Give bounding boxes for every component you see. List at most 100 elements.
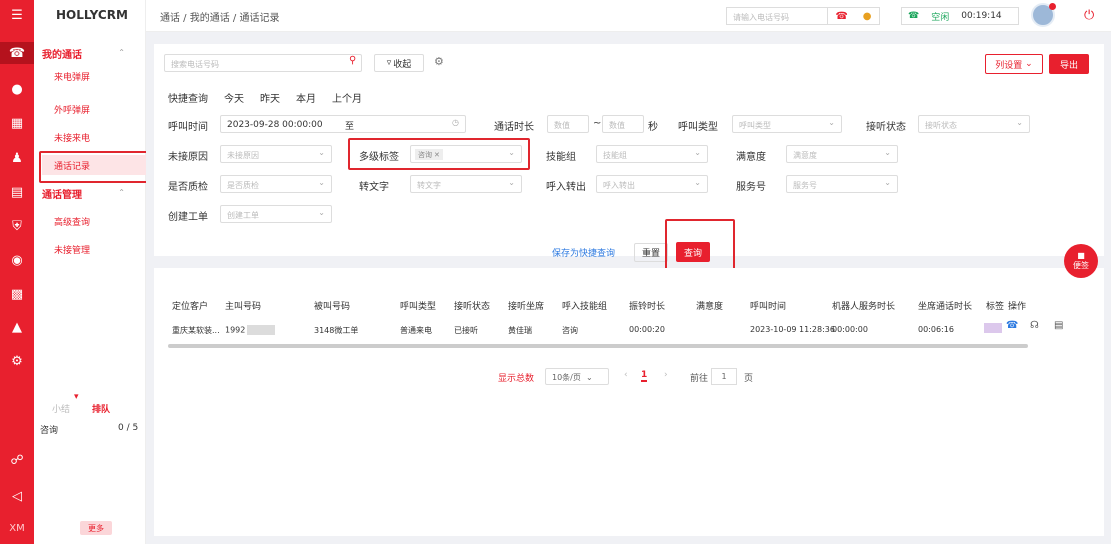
col-header[interactable]: 定位客户: [172, 299, 208, 312]
headphones-icon[interactable]: ☊: [1030, 320, 1039, 331]
sidebar-item-incoming-popup[interactable]: 来电弹屏: [54, 70, 90, 83]
collapse-button[interactable]: ▿ 收起: [374, 54, 424, 72]
satisfaction-select[interactable]: 满意度 ⌄: [786, 145, 898, 163]
col-header[interactable]: 呼入技能组: [562, 299, 607, 312]
dial-icon[interactable]: ☎: [835, 11, 847, 22]
document-icon[interactable]: ▤: [0, 181, 34, 203]
page-size-select[interactable]: 10条/页 ⌄: [545, 368, 609, 385]
robot-icon[interactable]: ◉: [0, 249, 34, 271]
quick-yesterday[interactable]: 昨天: [260, 90, 280, 105]
col-header[interactable]: 机器人服务时长: [832, 299, 895, 312]
col-header[interactable]: 主叫号码: [225, 299, 261, 312]
col-header[interactable]: 接听坐席: [508, 299, 544, 312]
notification-icon[interactable]: ☍: [0, 449, 34, 471]
chart-icon[interactable]: ▩: [0, 283, 34, 305]
agent-status[interactable]: ☎ 空闲 00:19:14: [901, 7, 1019, 25]
duration-min-input[interactable]: 数值: [547, 115, 589, 133]
cell-call-type: 普通来电: [400, 326, 432, 335]
power-icon[interactable]: ⏻: [1084, 8, 1094, 23]
phone-input[interactable]: 请输入电话号码: [726, 7, 828, 25]
call-type-select[interactable]: 呼叫类型 ⌄: [732, 115, 842, 133]
col-header[interactable]: 满意度: [696, 299, 723, 312]
chevron-up-icon[interactable]: ⌃: [118, 48, 125, 57]
qc-select[interactable]: 是否质检 ⌄: [220, 175, 332, 193]
export-button[interactable]: 导出: [1049, 54, 1089, 74]
sidebar-item-advanced-query[interactable]: 高级查询: [54, 215, 90, 228]
col-header[interactable]: 呼叫类型: [400, 299, 436, 312]
chevron-up-icon[interactable]: ⌃: [118, 188, 125, 197]
chevron-down-icon: ⌄: [508, 178, 515, 187]
quick-last-month[interactable]: 上个月: [332, 90, 362, 105]
duration-label: 通话时长: [494, 122, 534, 133]
service-no-select[interactable]: 服务号 ⌄: [786, 175, 898, 193]
collapse-icon[interactable]: ◁: [0, 485, 34, 507]
horizontal-scrollbar[interactable]: [168, 344, 1028, 348]
skill-group-select[interactable]: 技能组 ⌄: [596, 145, 708, 163]
satisfaction-label: 满意度: [736, 152, 766, 163]
column-settings-button[interactable]: 列设置 ⌄: [985, 54, 1043, 74]
clock-icon: ◷: [452, 118, 459, 127]
menu-icon[interactable]: ☰: [0, 4, 34, 26]
tab-summary[interactable]: 小结: [52, 402, 70, 415]
column-settings-label: 列设置: [995, 60, 1023, 71]
search-input[interactable]: 搜索电话号码: [164, 54, 362, 72]
shield-icon[interactable]: ⛨: [0, 215, 34, 237]
queue-icon: ▾: [74, 392, 79, 402]
duration-max-input[interactable]: 数值: [602, 115, 644, 133]
answer-status-select[interactable]: 接听状态 ⌄: [918, 115, 1030, 133]
more-button[interactable]: 更多: [80, 521, 112, 535]
col-header[interactable]: 标签: [986, 299, 1004, 312]
tab-queue[interactable]: 排队: [92, 402, 110, 415]
next-page-icon[interactable]: ›: [664, 370, 668, 380]
page-current[interactable]: 1: [641, 370, 648, 382]
reset-button[interactable]: 重置: [634, 243, 668, 262]
ticket-select[interactable]: 创建工单 ⌄: [220, 205, 332, 223]
chevron-down-icon: ⌄: [694, 178, 701, 187]
settings-gear-icon[interactable]: ⚙: [434, 55, 444, 68]
transcribe-select[interactable]: 转文字 ⌄: [410, 175, 522, 193]
sticky-note-button[interactable]: ■ 便签: [1064, 244, 1098, 278]
duration-tilde: ~: [593, 118, 602, 129]
col-header[interactable]: 坐席通话时长: [918, 299, 972, 312]
col-header[interactable]: 被叫号码: [314, 299, 350, 312]
grid-icon[interactable]: ▦: [0, 112, 34, 134]
detail-icon[interactable]: ▤: [1054, 320, 1063, 331]
sidebar-item-missed-calls[interactable]: 未接来电: [54, 131, 90, 144]
ticket-label: 创建工单: [168, 212, 208, 223]
qc-label: 是否质检: [168, 182, 208, 193]
prev-page-icon[interactable]: ‹: [624, 370, 628, 380]
transfer-icon[interactable]: ●: [863, 11, 872, 22]
goto-page-input[interactable]: 1: [711, 368, 737, 385]
phone-icon[interactable]: ☎: [0, 42, 34, 64]
cell-caller: 1992: [225, 325, 276, 335]
answer-status-label: 接听状态: [866, 122, 906, 133]
col-header[interactable]: 振铃时长: [629, 299, 665, 312]
chevron-down-icon: ⌄: [828, 118, 835, 127]
sidebar-group-my-calls[interactable]: 我的通话: [42, 46, 82, 61]
save-quick-query-link[interactable]: 保存为快捷查询: [552, 246, 615, 259]
qc-placeholder: 是否质检: [227, 181, 259, 190]
sidebar-group-call-manage[interactable]: 通话管理: [42, 186, 82, 201]
call-icon[interactable]: ☎: [1006, 320, 1018, 331]
cell-customer[interactable]: 重庆某软装...: [172, 325, 220, 336]
breadcrumb: 通话 / 我的通话 / 通话记录: [160, 13, 280, 24]
bookmark-icon: ■: [1077, 251, 1085, 260]
highlight-box-call-records: [39, 151, 163, 183]
missed-reason-select[interactable]: 未接原因 ⌄: [220, 145, 332, 163]
call-time-range[interactable]: 2023-09-28 00:00:00 至 ◷: [220, 115, 466, 133]
sidebar-item-outgoing-popup[interactable]: 外呼弹屏: [54, 103, 90, 116]
megaphone-icon[interactable]: ▲: [0, 316, 34, 338]
user-initials: XM: [9, 522, 25, 534]
chat-icon[interactable]: ●: [0, 78, 34, 100]
col-header[interactable]: 呼叫时间: [750, 299, 786, 312]
col-header[interactable]: 接听状态: [454, 299, 490, 312]
quick-today[interactable]: 今天: [224, 90, 244, 105]
transfer-select[interactable]: 呼入转出 ⌄: [596, 175, 708, 193]
skill-group-label: 技能组: [546, 152, 576, 163]
user-icon[interactable]: ♟: [0, 147, 34, 169]
sidebar-item-missed-manage[interactable]: 未接管理: [54, 243, 90, 256]
col-header: 操作: [1008, 302, 1027, 312]
gear-icon[interactable]: ⚙: [0, 350, 34, 372]
quick-this-month[interactable]: 本月: [296, 90, 316, 105]
queue-row-value: 0 / 5: [118, 423, 139, 433]
